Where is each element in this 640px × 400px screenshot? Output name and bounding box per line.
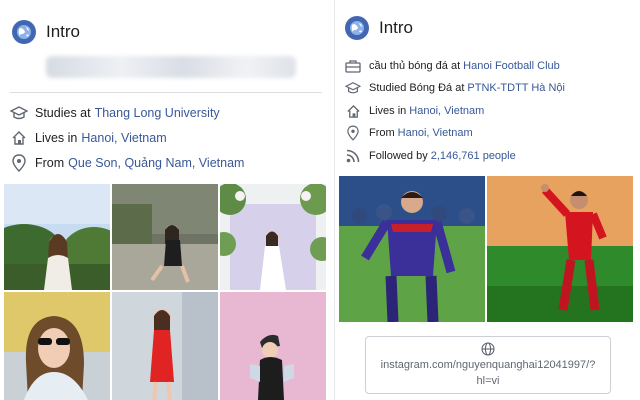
house-icon <box>345 103 361 119</box>
graduation-cap-icon <box>345 80 361 96</box>
instagram-link-card[interactable]: instagram.com/nguyenquanghai12041997/?hl… <box>365 336 611 394</box>
globe-icon <box>12 20 36 44</box>
row-prefix: Studied Bóng Đá at <box>369 82 465 94</box>
hometown-link[interactable]: Hanoi, Vietnam <box>398 127 473 139</box>
left-row-lives: Lives in Hanoi, Vietnam <box>10 129 167 147</box>
right-row-followers: Followed by 2,146,761 people <box>345 148 516 164</box>
rss-icon <box>345 148 361 164</box>
left-row-studies: Studies at Thang Long University <box>10 104 220 122</box>
row-prefix: Studies at <box>35 106 91 120</box>
row-prefix: Lives in <box>369 105 407 117</box>
intro-title: Intro <box>46 22 81 41</box>
photo-thumbnail[interactable] <box>220 184 326 290</box>
right-row-lives: Lives in Hanoi, Vietnam <box>345 103 484 119</box>
map-pin-icon <box>345 125 361 141</box>
right-row-from: From Hanoi, Vietnam <box>345 125 473 141</box>
house-icon <box>10 129 28 147</box>
right-row-studied: Studied Bóng Đá at PTNK-TDTT Hà Nội <box>345 80 565 96</box>
intro-title: Intro <box>379 18 414 37</box>
briefcase-icon <box>345 58 361 74</box>
map-pin-icon <box>10 154 28 172</box>
left-intro-header: Intro <box>12 20 80 44</box>
photo-thumbnail[interactable] <box>487 176 633 322</box>
right-intro-panel: Intro cầu thủ bóng đá at Hanoi Football … <box>334 0 640 400</box>
row-prefix: Lives in <box>35 131 78 145</box>
row-prefix: From <box>369 127 395 139</box>
school-link[interactable]: PTNK-TDTT Hà Nội <box>467 82 565 94</box>
club-link[interactable]: Hanoi Football Club <box>463 60 560 72</box>
photo-thumbnail[interactable] <box>4 292 110 400</box>
left-row-from: From Que Son, Quảng Nam, Vietnam <box>10 154 244 172</box>
left-intro-panel: Intro Studies at Thang Long University L… <box>0 0 328 400</box>
row-prefix: cầu thủ bóng đá at <box>369 60 461 72</box>
photo-thumbnail[interactable] <box>112 292 218 400</box>
photo-thumbnail[interactable] <box>4 184 110 290</box>
blurred-bio <box>46 56 296 78</box>
right-row-work: cầu thủ bóng đá at Hanoi Football Club <box>345 58 560 74</box>
photo-thumbnail[interactable] <box>112 184 218 290</box>
school-link[interactable]: Thang Long University <box>95 106 220 120</box>
followers-link[interactable]: 2,146,761 people <box>431 150 516 162</box>
right-intro-header: Intro <box>345 16 413 40</box>
divider <box>10 92 322 93</box>
row-prefix: From <box>35 156 65 170</box>
instagram-url[interactable]: instagram.com/nguyenquanghai12041997/?hl… <box>372 357 604 389</box>
row-prefix: Followed by <box>369 150 428 162</box>
globe-icon <box>345 16 369 40</box>
city-link[interactable]: Hanoi, Vietnam <box>81 131 166 145</box>
photo-thumbnail[interactable] <box>220 292 326 400</box>
graduation-cap-icon <box>10 104 28 122</box>
city-link[interactable]: Hanoi, Vietnam <box>409 105 484 117</box>
photo-thumbnail[interactable] <box>339 176 485 322</box>
hometown-link[interactable]: Que Son, Quảng Nam, Vietnam <box>68 156 244 170</box>
